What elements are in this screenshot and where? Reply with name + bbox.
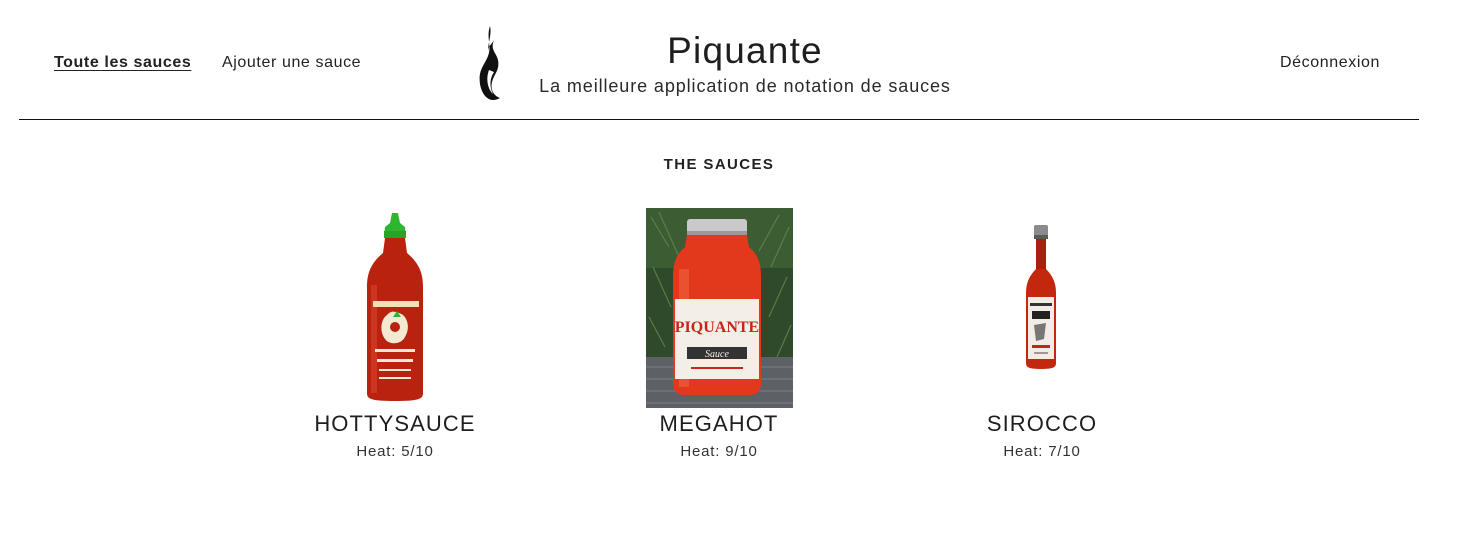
jar-label-text: PIQUANTE (675, 319, 759, 336)
sauce-name: SIROCCO (986, 411, 1098, 436)
sauce-card-sirocco[interactable]: SIROCCO Heat: 7/10 (922, 207, 1162, 460)
header-divider (19, 119, 1419, 120)
sauce-image-megahot: PIQUANTE Sauce (599, 207, 839, 409)
sauce-image-sirocco (922, 207, 1162, 409)
sauce-card-megahot[interactable]: PIQUANTE Sauce MEGAHOT Heat: 9/10 (599, 207, 839, 460)
jar-label-sub: Sauce (705, 349, 729, 360)
sauce-name: HOTTYSAUCE (314, 411, 476, 436)
sauce-image-hottysauce (275, 207, 515, 409)
sauce-heat: Heat: 7/10 (1003, 443, 1081, 460)
sauce-heat: Heat: 5/10 (356, 443, 434, 460)
site-header: Toute les sauces Ajouter une sauce Piqua… (0, 0, 1477, 120)
app-title: Piquante (667, 30, 823, 71)
logout-link[interactable]: Déconnexion (1280, 54, 1380, 72)
app-subtitle: La meilleure application de notation de … (539, 76, 951, 96)
sauce-card-hottysauce[interactable]: HOTTYSAUCE Heat: 5/10 (275, 207, 515, 460)
sauce-heat: Heat: 9/10 (680, 443, 758, 460)
section-title: THE SAUCES (663, 156, 775, 173)
sauce-name: MEGAHOT (659, 411, 779, 436)
